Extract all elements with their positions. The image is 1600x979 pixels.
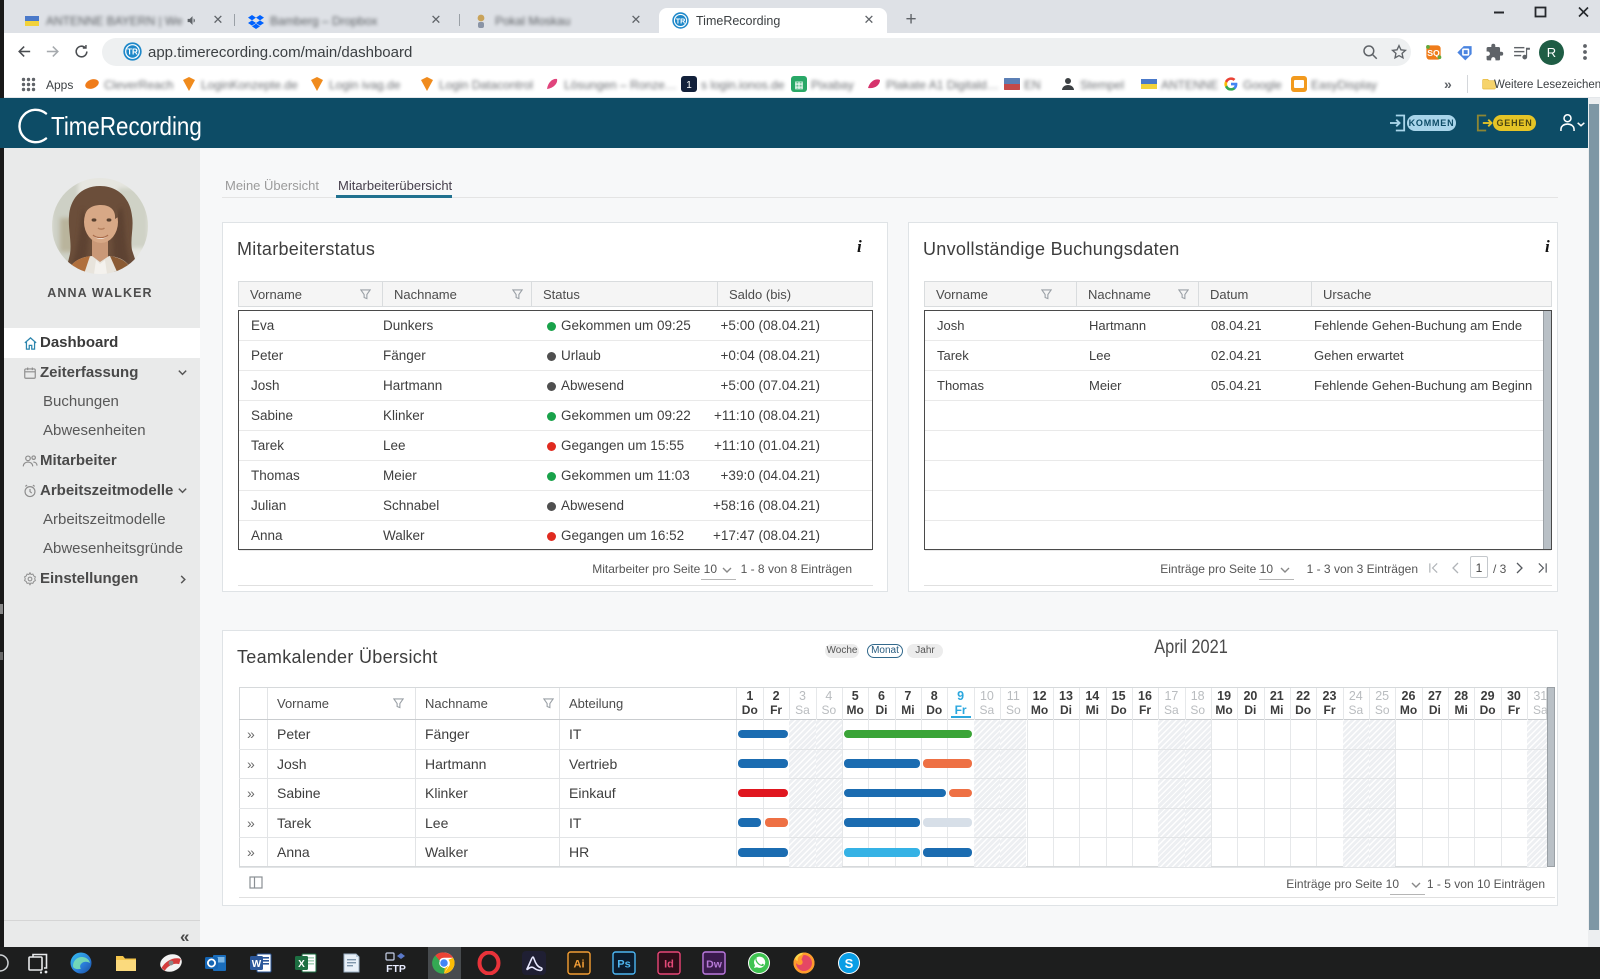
svg-text:S: S	[845, 956, 854, 971]
svg-text:TR: TR	[676, 16, 686, 25]
svg-text:Dw: Dw	[706, 959, 723, 971]
svg-text:Id: Id	[664, 959, 674, 971]
svg-text:1: 1	[686, 80, 692, 91]
svg-text:▦: ▦	[794, 80, 803, 91]
svg-text:FTP: FTP	[386, 963, 406, 975]
svg-text:TR: TR	[127, 48, 138, 57]
svg-text:Ps: Ps	[617, 959, 630, 971]
svg-text:X: X	[298, 959, 305, 970]
svg-text:Ai: Ai	[574, 959, 585, 971]
svg-text:W: W	[252, 959, 262, 970]
